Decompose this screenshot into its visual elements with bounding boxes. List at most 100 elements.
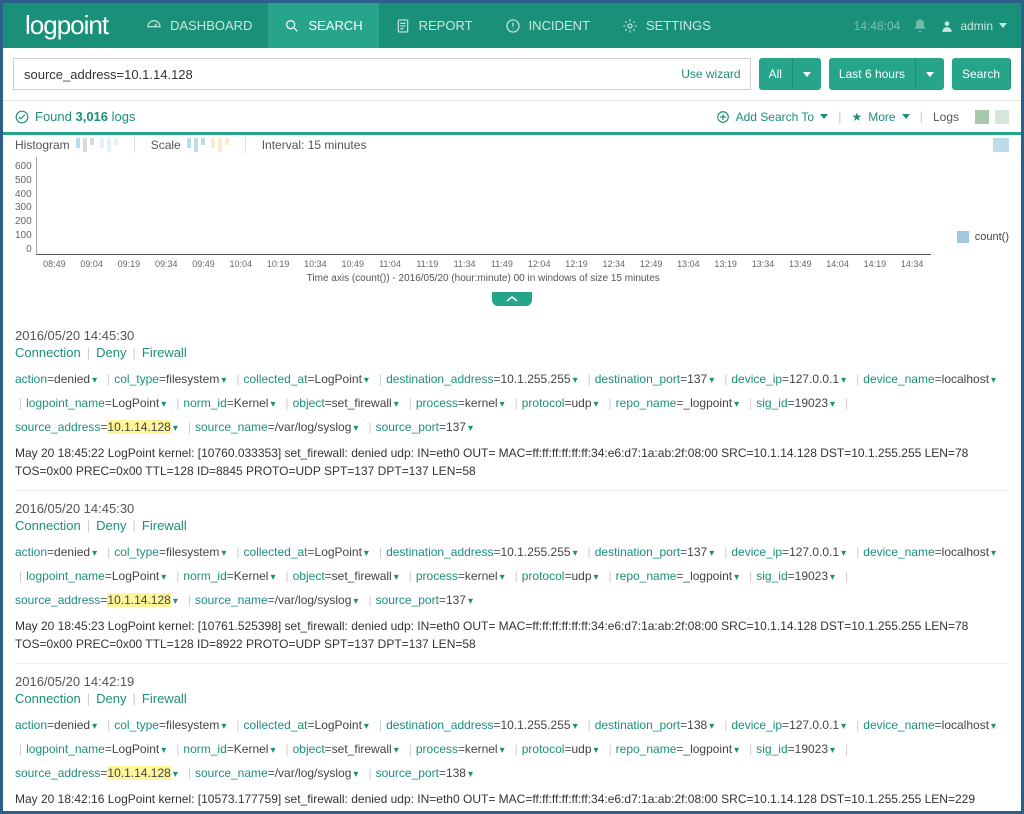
field-repo_name[interactable]: repo_name=_logpoint▾ (616, 392, 741, 416)
field-process[interactable]: process=kernel▾ (416, 738, 507, 762)
field-logpoint_name[interactable]: logpoint_name=LogPoint▾ (26, 565, 168, 589)
chevron-down-icon[interactable]: ▾ (828, 572, 837, 583)
field-repo_name[interactable]: repo_name=_logpoint▾ (616, 738, 741, 762)
field-collected_at[interactable]: collected_at=LogPoint▾ (243, 714, 370, 738)
field-object[interactable]: object=set_firewall▾ (293, 392, 401, 416)
field-destination_address[interactable]: destination_address=10.1.255.255▾ (386, 541, 580, 565)
chevron-down-icon[interactable]: ▾ (351, 769, 360, 780)
field-object[interactable]: object=set_firewall▾ (293, 565, 401, 589)
timerange-button[interactable]: Last 6 hours (829, 58, 916, 90)
field-col_type[interactable]: col_type=filesystem▾ (114, 368, 228, 392)
chevron-down-icon[interactable]: ▾ (392, 745, 401, 756)
chevron-down-icon[interactable]: ▾ (90, 721, 99, 732)
field-protocol[interactable]: protocol=udp▾ (522, 392, 601, 416)
chevron-down-icon[interactable]: ▾ (571, 375, 580, 386)
chevron-down-icon[interactable]: ▾ (268, 572, 277, 583)
chevron-down-icon[interactable]: ▾ (707, 548, 716, 559)
field-protocol[interactable]: protocol=udp▾ (522, 565, 601, 589)
entry-label[interactable]: Deny (96, 345, 126, 360)
field-process[interactable]: process=kernel▾ (416, 392, 507, 416)
chevron-down-icon[interactable]: ▾ (839, 375, 848, 386)
field-source_address[interactable]: source_address=10.1.14.128▾ (15, 416, 180, 440)
chevron-down-icon[interactable]: ▾ (732, 572, 741, 583)
field-source_address[interactable]: source_address=10.1.14.128▾ (15, 589, 180, 613)
scale-linear-icon[interactable] (187, 138, 205, 152)
query-input[interactable] (13, 58, 751, 90)
chevron-down-icon[interactable]: ▾ (362, 721, 371, 732)
entry-label[interactable]: Connection (15, 691, 81, 706)
field-action[interactable]: action=denied▾ (15, 714, 99, 738)
chevron-down-icon[interactable]: ▾ (466, 769, 475, 780)
chevron-down-icon[interactable]: ▾ (219, 375, 228, 386)
field-device_name[interactable]: device_name=localhost▾ (863, 368, 998, 392)
chevron-down-icon[interactable]: ▾ (351, 596, 360, 607)
add-search-to-button[interactable]: Add Search To (710, 110, 835, 124)
chevron-down-icon[interactable]: ▾ (839, 721, 848, 732)
field-repo_name[interactable]: repo_name=_logpoint▾ (616, 565, 741, 589)
field-logpoint_name[interactable]: logpoint_name=LogPoint▾ (26, 738, 168, 762)
user-menu[interactable]: admin (940, 19, 1007, 33)
chevron-down-icon[interactable]: ▾ (707, 721, 716, 732)
chevron-down-icon[interactable]: ▾ (592, 745, 601, 756)
chevron-down-icon[interactable]: ▾ (498, 572, 507, 583)
chevron-down-icon[interactable]: ▾ (592, 399, 601, 410)
entry-label[interactable]: Deny (96, 518, 126, 533)
field-norm_id[interactable]: norm_id=Kernel▾ (183, 738, 277, 762)
scope-dropdown[interactable] (793, 58, 821, 90)
histogram-style-alt-icon[interactable] (100, 138, 118, 152)
chevron-down-icon[interactable]: ▾ (159, 745, 168, 756)
field-col_type[interactable]: col_type=filesystem▾ (114, 714, 228, 738)
chevron-down-icon[interactable]: ▾ (171, 423, 180, 434)
chevron-down-icon[interactable]: ▾ (392, 399, 401, 410)
chevron-down-icon[interactable]: ▾ (571, 548, 580, 559)
entry-label[interactable]: Connection (15, 345, 81, 360)
field-protocol[interactable]: protocol=udp▾ (522, 738, 601, 762)
field-destination_port[interactable]: destination_port=138▾ (595, 714, 716, 738)
scale-log-icon[interactable] (211, 138, 229, 152)
chevron-down-icon[interactable]: ▾ (989, 721, 998, 732)
chevron-down-icon[interactable]: ▾ (392, 572, 401, 583)
field-process[interactable]: process=kernel▾ (416, 565, 507, 589)
bell-icon[interactable] (912, 18, 928, 34)
field-logpoint_name[interactable]: logpoint_name=LogPoint▾ (26, 392, 168, 416)
chevron-down-icon[interactable]: ▾ (592, 572, 601, 583)
field-source_name[interactable]: source_name=/var/log/syslog▾ (195, 589, 360, 613)
chevron-down-icon[interactable]: ▾ (171, 596, 180, 607)
chevron-down-icon[interactable]: ▾ (466, 423, 475, 434)
chevron-down-icon[interactable]: ▾ (268, 745, 277, 756)
nav-search[interactable]: SEARCH (268, 3, 378, 48)
results-body[interactable]: Histogram Scale Interval: 15 minutes 600… (3, 127, 1021, 811)
chevron-down-icon[interactable]: ▾ (707, 375, 716, 386)
field-device_name[interactable]: device_name=localhost▾ (863, 714, 998, 738)
view-grid-icon[interactable] (995, 110, 1009, 124)
field-source_port[interactable]: source_port=138▾ (376, 762, 475, 786)
chart-options-icon[interactable] (993, 138, 1009, 152)
field-device_ip[interactable]: device_ip=127.0.0.1▾ (731, 368, 848, 392)
chart-bars[interactable] (37, 157, 931, 254)
nav-incident[interactable]: INCIDENT (489, 3, 606, 48)
nav-report[interactable]: REPORT (379, 3, 489, 48)
field-col_type[interactable]: col_type=filesystem▾ (114, 541, 228, 565)
chevron-down-icon[interactable]: ▾ (498, 745, 507, 756)
field-device_ip[interactable]: device_ip=127.0.0.1▾ (731, 541, 848, 565)
field-action[interactable]: action=denied▾ (15, 368, 99, 392)
chevron-down-icon[interactable]: ▾ (362, 375, 371, 386)
field-source_name[interactable]: source_name=/var/log/syslog▾ (195, 762, 360, 786)
field-norm_id[interactable]: norm_id=Kernel▾ (183, 565, 277, 589)
use-wizard-link[interactable]: Use wizard (681, 58, 740, 90)
chevron-down-icon[interactable]: ▾ (571, 721, 580, 732)
chevron-down-icon[interactable]: ▾ (839, 548, 848, 559)
field-sig_id[interactable]: sig_id=19023▾ (756, 392, 837, 416)
chevron-down-icon[interactable]: ▾ (90, 548, 99, 559)
chevron-down-icon[interactable]: ▾ (90, 375, 99, 386)
field-collected_at[interactable]: collected_at=LogPoint▾ (243, 368, 370, 392)
field-destination_address[interactable]: destination_address=10.1.255.255▾ (386, 368, 580, 392)
chevron-down-icon[interactable]: ▾ (732, 399, 741, 410)
view-list-icon[interactable] (975, 110, 989, 124)
chevron-down-icon[interactable]: ▾ (159, 399, 168, 410)
field-destination_port[interactable]: destination_port=137▾ (595, 368, 716, 392)
field-device_ip[interactable]: device_ip=127.0.0.1▾ (731, 714, 848, 738)
collapse-handle[interactable] (492, 292, 532, 306)
search-button[interactable]: Search (952, 58, 1011, 90)
chevron-down-icon[interactable]: ▾ (989, 375, 998, 386)
